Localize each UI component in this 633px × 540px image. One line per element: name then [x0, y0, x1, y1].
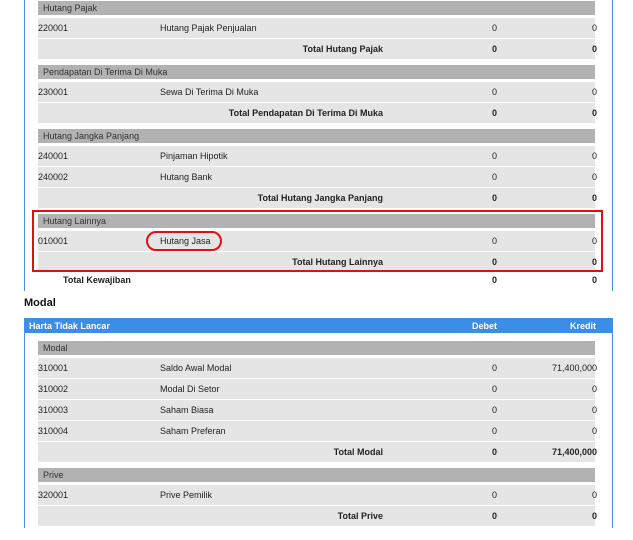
debet-value: 0: [491, 384, 497, 394]
debet-value: 0: [491, 151, 497, 161]
total-kredit: 0: [591, 108, 597, 118]
account-code: 310002: [38, 384, 69, 394]
debet-value: 0: [491, 426, 497, 436]
account-code: 310003: [38, 405, 69, 415]
account-code: 320001: [38, 490, 69, 500]
total-label: Total Hutang Pajak: [302, 44, 383, 54]
kredit-value: 0: [591, 490, 597, 500]
account-code: 230001: [38, 87, 69, 97]
total-kredit: 71,400,000: [551, 447, 597, 457]
kredit-value: 0: [591, 151, 597, 161]
table-header: Harta Tidak Lancar Debet Kredit: [25, 318, 612, 333]
total-kewajiban-kredit: 0: [591, 275, 597, 285]
total-debet: 0: [491, 511, 497, 521]
total-debet: 0: [491, 108, 497, 118]
account-name: Saldo Awal Modal: [160, 363, 232, 373]
kredit-value: 0: [591, 426, 597, 436]
total-debet: 0: [491, 44, 497, 54]
total-row-hutang-pajak: Total Hutang Pajak 0 0: [38, 39, 597, 59]
kredit-value: 0: [591, 405, 597, 415]
kredit-value: 0: [591, 23, 597, 33]
debet-value: 0: [491, 23, 497, 33]
total-kredit: 0: [591, 44, 597, 54]
account-name: Modal Di Setor: [160, 384, 220, 394]
total-label: Total Pendapatan Di Terima Di Muka: [228, 108, 383, 118]
highlight-box: [32, 210, 603, 272]
account-name: Hutang Pajak Penjualan: [160, 23, 257, 33]
account-code: 240001: [38, 151, 69, 161]
debet-value: 0: [491, 363, 497, 373]
total-label: Total Hutang Jangka Panjang: [257, 193, 383, 203]
table-row[interactable]: 310002 Modal Di Setor 0 0: [38, 379, 597, 399]
total-kewajiban-label: Total Kewajiban: [63, 275, 131, 285]
account-code: 220001: [38, 23, 69, 33]
column-header-kredit: Kredit: [569, 321, 596, 331]
account-name: Prive Pemilik: [160, 490, 213, 500]
table-row[interactable]: 320001 Prive Pemilik 0 0: [38, 485, 597, 505]
column-header-debet: Debet: [471, 321, 497, 331]
total-label: Total Modal: [333, 447, 383, 457]
table-row[interactable]: 310004 Saham Preferan 0 0: [38, 421, 597, 441]
column-header-account: Harta Tidak Lancar: [29, 321, 110, 331]
group-header-modal: Modal: [38, 341, 595, 355]
table-row[interactable]: 310001 Saldo Awal Modal 0 71,400,000: [38, 358, 597, 378]
total-row-prive: Total Prive 0 0: [38, 506, 597, 526]
total-kredit: 0: [591, 193, 597, 203]
kredit-value: 0: [591, 172, 597, 182]
section-title-modal: Modal: [24, 297, 56, 309]
total-row-hutang-jangka-panjang: Total Hutang Jangka Panjang 0 0: [38, 188, 597, 208]
kredit-value: 0: [591, 87, 597, 97]
account-code: 310001: [38, 363, 69, 373]
total-row-modal: Total Modal 0 71,400,000: [38, 442, 597, 462]
debet-value: 0: [491, 87, 497, 97]
total-kredit: 0: [591, 511, 597, 521]
debet-value: 0: [491, 405, 497, 415]
account-code: 240002: [38, 172, 69, 182]
total-label: Total Prive: [337, 511, 383, 521]
table-row[interactable]: 310003 Saham Biasa 0 0: [38, 400, 597, 420]
group-header-pendapatan: Pendapatan Di Terima Di Muka: [38, 65, 595, 79]
account-name: Pinjaman Hipotik: [160, 151, 228, 161]
debet-value: 0: [491, 490, 497, 500]
account-name: Sewa Di Terima Di Muka: [160, 87, 259, 97]
kredit-value: 71,400,000: [551, 363, 597, 373]
kredit-value: 0: [591, 384, 597, 394]
table-row[interactable]: 230001 Sewa Di Terima Di Muka 0 0: [38, 82, 597, 102]
account-name: Hutang Bank: [160, 172, 213, 182]
highlight-oval: [146, 231, 222, 251]
debet-value: 0: [491, 172, 497, 182]
table-row[interactable]: 220001 Hutang Pajak Penjualan 0 0: [38, 18, 597, 38]
account-name: Saham Biasa: [160, 405, 214, 415]
total-kewajiban-row: Total Kewajiban 0 0: [38, 274, 597, 288]
account-name: Saham Preferan: [160, 426, 226, 436]
group-header-hutang-pajak: Hutang Pajak: [38, 1, 595, 15]
total-row-pendapatan: Total Pendapatan Di Terima Di Muka 0 0: [38, 103, 597, 123]
group-header-hutang-jangka-panjang: Hutang Jangka Panjang: [38, 129, 595, 143]
total-kewajiban-debet: 0: [491, 275, 497, 285]
total-debet: 0: [491, 447, 497, 457]
table-row[interactable]: 240001 Pinjaman Hipotik 0 0: [38, 146, 597, 166]
group-header-prive: Prive: [38, 468, 595, 482]
modal-panel: Harta Tidak Lancar Debet Kredit Modal 31…: [24, 318, 613, 528]
account-code: 310004: [38, 426, 69, 436]
total-debet: 0: [491, 193, 497, 203]
table-row[interactable]: 240002 Hutang Bank 0 0: [38, 167, 597, 187]
